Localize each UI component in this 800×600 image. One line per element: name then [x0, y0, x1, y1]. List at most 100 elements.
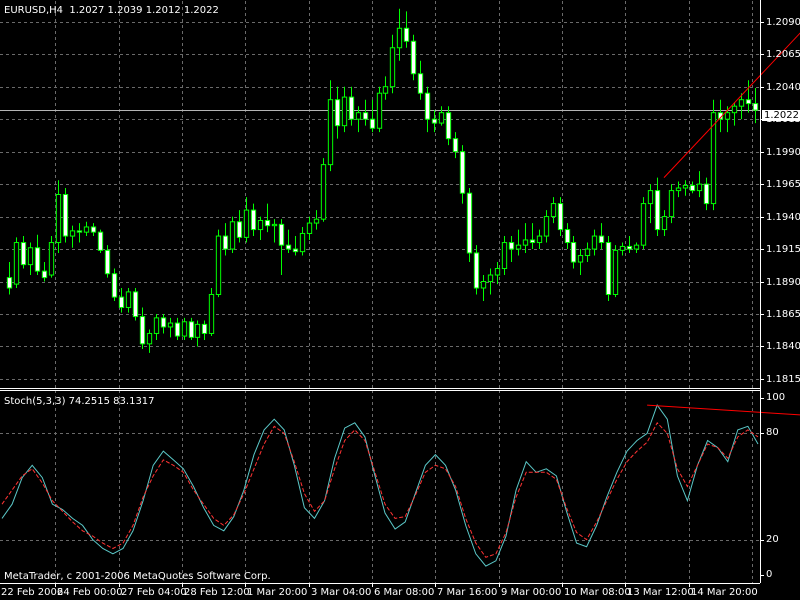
candle-body [348, 96, 355, 120]
time-tick-label: 10 Mar 08:00 [564, 587, 631, 598]
price-tick-label: 1.1915 [766, 243, 800, 255]
ohlc-header: 1.2027 1.2039 1.2012 1.2022 [69, 5, 219, 16]
candles-layer [6, 8, 800, 353]
candle-body [745, 99, 752, 105]
candle-body [153, 317, 160, 334]
price-tick-label: 1.1965 [766, 178, 800, 190]
candle-body [494, 268, 501, 276]
time-tick-label: 22 Feb 2006 [1, 587, 64, 598]
candle-body [584, 248, 591, 257]
candle-body [570, 242, 577, 263]
candle-body [605, 242, 612, 295]
time-tick-label: 27 Feb 04:00 [121, 587, 187, 598]
candle-body [668, 190, 675, 218]
candle-body [522, 239, 529, 246]
candle-body [396, 27, 403, 49]
candle-body [90, 226, 97, 233]
candle-body [299, 232, 306, 253]
candle-body [501, 242, 508, 270]
candle-body [633, 244, 640, 250]
candle-body [417, 73, 424, 94]
candle-body [271, 223, 278, 227]
candle-body [515, 244, 522, 250]
stoch-tick-label: 20 [766, 534, 779, 545]
candle-body [215, 235, 222, 295]
candle-body [146, 332, 153, 345]
candle-body [473, 252, 480, 289]
current-price-tag: 1.2022 [762, 110, 800, 121]
candle-body [591, 235, 598, 250]
chart-canvas [0, 0, 800, 587]
candle-body [34, 247, 41, 272]
price-tick-label: 1.1940 [766, 211, 800, 223]
candle-body [132, 291, 139, 318]
candle-body [752, 103, 759, 111]
candle-body [661, 216, 668, 231]
candle-body [536, 235, 543, 244]
candle-body [738, 99, 745, 107]
price-tick-label: 1.1990 [766, 146, 800, 158]
price-tick-label: 1.1890 [766, 276, 800, 288]
candle-body [118, 296, 125, 308]
candle-body [355, 112, 362, 120]
symbol-title: EURUSD,H4 [4, 5, 64, 16]
time-tick-label: 9 Mar 00:00 [501, 587, 562, 598]
candle-body [459, 151, 466, 194]
candle-body [229, 221, 236, 250]
candle-body [376, 92, 383, 129]
candle-body [83, 226, 90, 233]
main-grid [0, 1, 760, 388]
price-tick-label: 1.2040 [766, 81, 800, 93]
candle-body [76, 230, 83, 233]
stoch-title: Stoch(5,3,3) 74.2515 83.1317 [4, 396, 155, 407]
time-tick-label: 28 Feb 12:00 [184, 587, 250, 598]
candle-body [626, 245, 633, 250]
candle-body [97, 231, 104, 251]
candle-body [612, 249, 619, 295]
time-tick-label: 3 Mar 04:00 [311, 587, 372, 598]
candle-body [703, 183, 710, 205]
candle-body [257, 219, 264, 231]
candle-body [480, 281, 487, 289]
candle-body [424, 92, 431, 120]
stoch-tick-label: 100 [766, 392, 786, 403]
candle-body [598, 235, 605, 244]
stoch-main-line [1, 404, 759, 567]
copyright-text: MetaTrader, c 2001-2006 MetaQuotes Softw… [4, 571, 271, 582]
candle-body [320, 164, 327, 220]
time-tick-label: 13 Mar 12:00 [627, 587, 694, 598]
price-tick-label: 1.1815 [766, 373, 800, 385]
candle-body [243, 209, 250, 238]
candle-body [529, 239, 536, 244]
candle-body [104, 249, 111, 275]
candle-body [222, 235, 229, 250]
stoch-layer [1, 404, 800, 567]
candle-body [543, 216, 550, 237]
candle-body [445, 112, 452, 140]
candle-body [201, 323, 208, 334]
candle-body [313, 218, 320, 224]
time-tick-label: 6 Mar 08:00 [374, 587, 435, 598]
stoch-grid [0, 390, 760, 583]
candle-body [55, 194, 62, 244]
candle-body [48, 242, 55, 276]
candle-body [550, 203, 557, 218]
candle-body [341, 96, 348, 127]
stoch-tick-label: 0 [766, 569, 773, 580]
candle-body [167, 322, 174, 328]
candle-body [41, 270, 48, 279]
candle-body [577, 255, 584, 263]
stoch-trendline [647, 404, 800, 416]
price-tick-label: 1.1840 [766, 340, 800, 352]
time-tick-label: 1 Mar 20:00 [247, 587, 308, 598]
candle-body [208, 293, 215, 334]
candle-body [13, 242, 20, 285]
candle-body [62, 194, 69, 237]
candle-body [466, 192, 473, 254]
time-tick-label: 7 Mar 16:00 [437, 587, 498, 598]
candle-body [264, 219, 271, 227]
candle-body [675, 187, 682, 192]
candle-body [403, 27, 410, 42]
candle-body [174, 322, 181, 337]
candle-body [125, 291, 132, 308]
